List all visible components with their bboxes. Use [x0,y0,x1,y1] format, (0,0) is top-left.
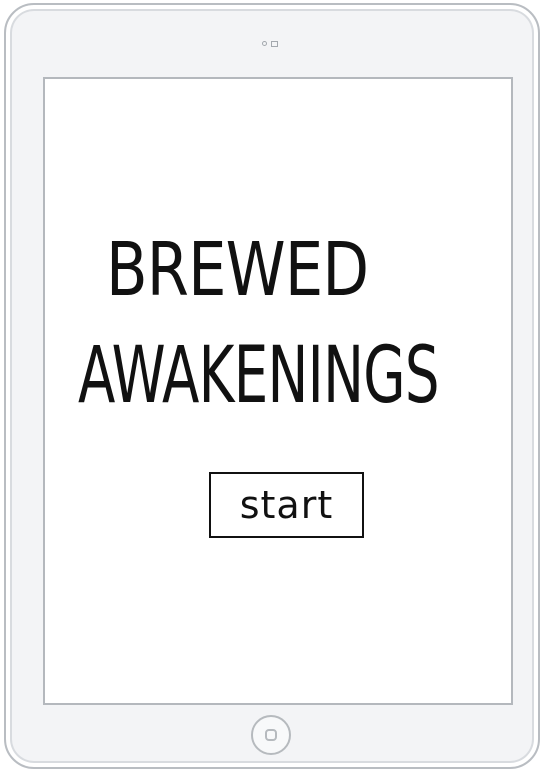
tablet-device-frame: BREWED AWAKENINGS start [4,3,540,769]
app-title-line-2: AWAKENINGS [78,331,439,421]
app-title-line-1: BREWED [106,227,369,313]
front-camera-area [262,40,286,48]
app-screen: BREWED AWAKENINGS start [43,77,513,705]
home-button-icon [265,729,277,741]
start-button-label: start [239,483,334,527]
front-camera-icon [262,41,267,46]
start-button[interactable]: start [209,472,364,538]
sensor-icon [271,41,278,47]
home-button[interactable] [251,715,291,755]
